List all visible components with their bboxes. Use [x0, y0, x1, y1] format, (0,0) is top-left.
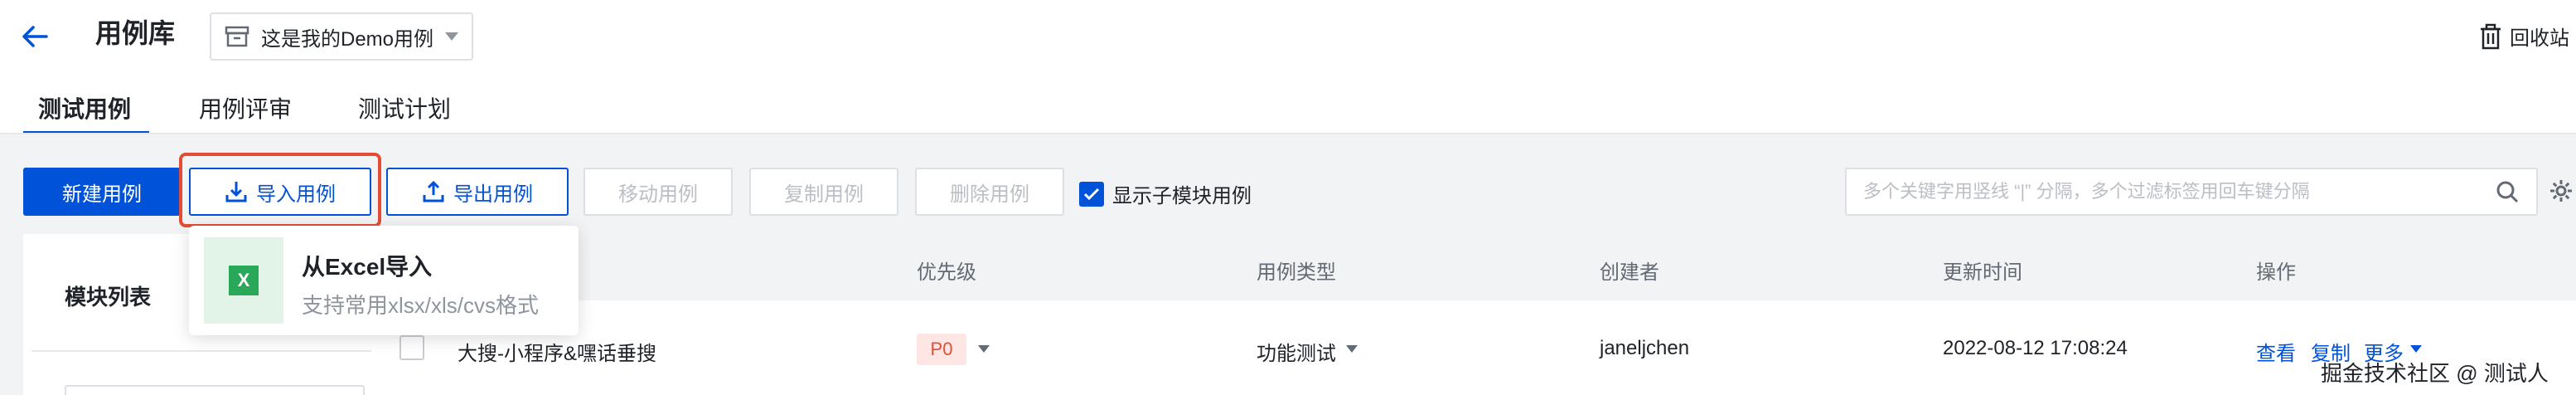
module-search-input[interactable]	[65, 385, 365, 395]
tabs-divider	[0, 133, 2576, 134]
column-priority: 优先级	[917, 261, 976, 284]
updated-time: 2022-08-12 17:08:24	[1943, 337, 2128, 359]
row-checkbox[interactable]	[399, 335, 424, 360]
export-case-button[interactable]: 导出用例	[386, 168, 569, 216]
back-arrow-icon[interactable]	[17, 18, 53, 55]
tab-case-review[interactable]: 用例评审	[199, 91, 292, 124]
recycle-bin-label: 回收站	[2510, 27, 2569, 50]
highlight-annotation	[179, 153, 381, 227]
more-chevron-icon[interactable]	[2410, 345, 2422, 353]
delete-case-button[interactable]: 删除用例	[915, 168, 1064, 216]
excel-file-icon: X	[204, 237, 283, 324]
trash-icon	[2478, 23, 2503, 50]
search-icon[interactable]	[2495, 179, 2520, 204]
tab-test-plan[interactable]: 测试计划	[358, 91, 451, 124]
case-type: 功能测试	[1257, 343, 1336, 365]
case-type-dropdown-icon[interactable]	[1346, 345, 1358, 353]
column-actions: 操作	[2256, 261, 2296, 284]
checkbox-checked-icon	[1079, 181, 1104, 207]
project-select[interactable]: 这是我的Demo用例	[210, 12, 473, 61]
import-option-title: 从Excel导入	[302, 254, 433, 280]
priority-badge: P0	[917, 334, 966, 365]
export-case-label: 导出用例	[453, 183, 533, 206]
tab-bar: 测试用例 用例评审 测试计划	[0, 91, 2576, 134]
column-creator: 创建者	[1600, 261, 1659, 284]
import-option-description: 支持常用xlsx/xls/cvs格式	[302, 293, 540, 318]
panel-divider	[31, 350, 371, 352]
excel-letter: X	[229, 266, 259, 295]
page-title: 用例库	[95, 18, 176, 48]
copy-case-button[interactable]: 复制用例	[749, 168, 898, 216]
table-row	[383, 300, 2576, 395]
table-header: 优先级 用例类型 创建者 更新时间 操作	[383, 234, 2576, 300]
watermark: 掘金技术社区 @ 测试人	[2321, 361, 2549, 386]
view-link[interactable]: 查看	[2256, 337, 2296, 366]
new-case-button[interactable]: 新建用例	[23, 168, 181, 216]
show-submodule-checkbox[interactable]: 显示子模块用例	[1079, 179, 1252, 208]
column-updated: 更新时间	[1943, 261, 2022, 284]
project-name: 这是我的Demo用例	[261, 27, 434, 51]
upload-icon	[422, 180, 445, 203]
import-dropdown: X 从Excel导入 支持常用xlsx/xls/cvs格式	[189, 226, 579, 335]
column-case-type: 用例类型	[1257, 261, 1336, 284]
priority-dropdown-icon[interactable]	[978, 345, 990, 353]
case-name[interactable]: 大搜-小程序&嘿话垂搜	[458, 337, 656, 366]
archive-icon	[225, 26, 249, 47]
chevron-down-icon	[445, 32, 458, 41]
move-case-button[interactable]: 移动用例	[583, 168, 733, 216]
module-panel-title: 模块列表	[65, 285, 152, 310]
import-from-excel-option[interactable]: X 从Excel导入 支持常用xlsx/xls/cvs格式	[204, 237, 569, 324]
recycle-bin-button[interactable]: 回收站	[2478, 22, 2569, 51]
search-box	[1845, 168, 2538, 216]
search-input[interactable]	[1863, 181, 2495, 202]
tab-test-cases[interactable]: 测试用例	[38, 91, 131, 124]
creator: janeljchen	[1600, 337, 1690, 359]
show-submodule-label: 显示子模块用例	[1112, 185, 1252, 207]
gear-icon[interactable]	[2548, 178, 2574, 204]
case-table: 优先级 用例类型 创建者 更新时间 操作 大搜-小程序&嘿话垂搜 P0 功能测试…	[383, 234, 2576, 395]
